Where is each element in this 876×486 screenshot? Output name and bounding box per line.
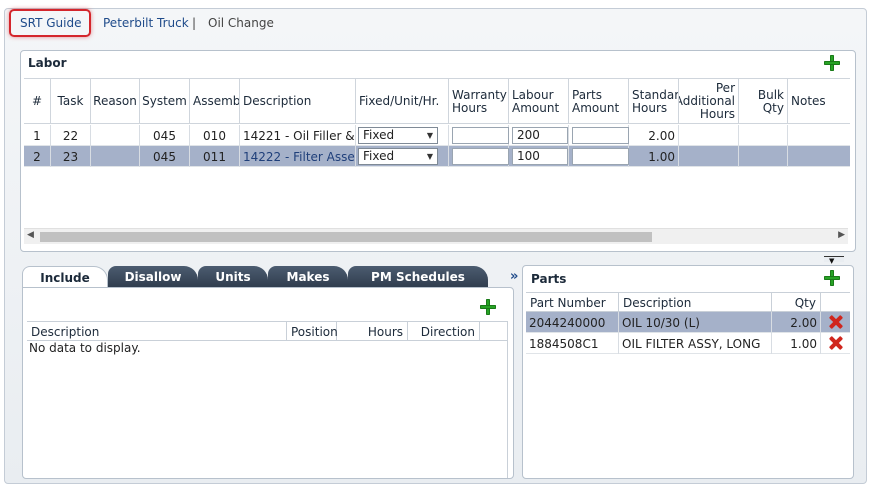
col-reason[interactable]: Reason — [91, 79, 140, 124]
add-labor-icon[interactable] — [824, 55, 840, 71]
warranty-hours-input[interactable] — [452, 127, 509, 144]
col-system[interactable]: System — [140, 79, 190, 124]
warranty-hours-input[interactable] — [452, 148, 509, 165]
labor-horizontal-scrollbar[interactable]: ◀ ▶ — [24, 228, 848, 244]
col-include-hours[interactable]: Hours — [337, 322, 408, 341]
cell-notes — [788, 146, 850, 167]
cell-part-action — [821, 333, 850, 354]
cell-system: 045 — [140, 125, 190, 146]
include-panel — [22, 287, 514, 479]
cell-per-additional — [679, 146, 739, 167]
tab-include[interactable]: Include — [22, 266, 108, 288]
fixed-unit-select[interactable]: Fixed ▼ — [358, 148, 438, 165]
cell-part-number: 1884508C1 — [526, 333, 619, 354]
collapse-arrow-icon[interactable]: ▼ — [829, 257, 834, 265]
col-standard-hours[interactable]: Standard Hours — [629, 79, 679, 124]
col-parts-amount[interactable]: Parts Amount — [569, 79, 629, 124]
cell-part-number: 2044240000 — [526, 312, 619, 333]
col-notes[interactable]: Notes — [788, 79, 850, 124]
tab-pm-schedules[interactable]: PM Schedules — [348, 266, 488, 288]
scroll-left-icon[interactable]: ◀ — [27, 230, 34, 240]
col-task[interactable]: Task — [51, 79, 91, 124]
scrollbar-thumb[interactable] — [40, 232, 652, 242]
dropdown-arrow-icon: ▼ — [426, 152, 433, 161]
cell-reason — [91, 125, 140, 146]
col-part-description[interactable]: Description — [619, 293, 772, 312]
breadcrumb-srt-guide[interactable]: SRT Guide — [20, 16, 81, 30]
breadcrumb-peterbilt-truck[interactable]: Peterbilt Truck — [103, 16, 189, 30]
include-grid-scroll-gutter — [507, 321, 508, 478]
add-part-icon[interactable] — [824, 270, 840, 286]
parts-amount-input[interactable] — [572, 148, 629, 165]
part-row[interactable]: 2044240000 OIL 10/30 (L) 2.00 — [526, 312, 850, 333]
dropdown-arrow-icon: ▼ — [426, 131, 433, 140]
labor-row[interactable]: 1 22 045 010 14221 - Oil Filler &... Fix… — [24, 125, 850, 146]
cell-description: 14221 - Oil Filler &... — [240, 125, 356, 146]
expand-parts-icon[interactable]: » — [510, 269, 518, 284]
part-row[interactable]: 1884508C1 OIL FILTER ASSY, LONG 1.00 — [526, 333, 850, 354]
parts-amount-input[interactable] — [572, 127, 629, 144]
cell-standard-hours: 1.00 — [629, 146, 679, 167]
col-labour-amount[interactable]: Labour Amount — [509, 79, 569, 124]
tab-units[interactable]: Units — [198, 266, 268, 288]
col-description[interactable]: Description — [240, 79, 356, 124]
cell-num: 2 — [24, 146, 51, 167]
labour-amount-input[interactable]: 100 — [512, 148, 568, 165]
cell-num: 1 — [24, 125, 51, 146]
parts-title: Parts — [531, 272, 567, 286]
col-fixed-unit-hr[interactable]: Fixed/Unit/Hr. — [356, 79, 449, 124]
tab-disallow[interactable]: Disallow — [108, 266, 198, 288]
breadcrumb-oil-change: Oil Change — [208, 16, 274, 30]
col-include-direction[interactable]: Direction — [408, 322, 480, 341]
col-assembly[interactable]: Assembly — [190, 79, 240, 124]
tab-makes[interactable]: Makes — [268, 266, 348, 288]
col-part-action — [821, 293, 850, 312]
labour-amount-input[interactable]: 200 — [512, 127, 568, 144]
cell-system: 045 — [140, 146, 190, 167]
cell-part-action — [821, 312, 850, 333]
col-per-additional-hours[interactable]: Per Additional Hours — [679, 79, 739, 124]
labor-row[interactable]: 2 23 045 011 14222 - Filter Asse... Fixe… — [24, 146, 850, 167]
parts-grid-header: Part Number Description Qty — [526, 292, 850, 312]
cell-description: 14222 - Filter Asse... — [240, 146, 356, 167]
fixed-unit-value: Fixed — [363, 149, 395, 163]
include-empty-text: No data to display. — [29, 341, 141, 355]
cell-per-additional — [679, 125, 739, 146]
col-include-description[interactable]: Description — [27, 322, 287, 341]
cell-reason — [91, 146, 140, 167]
scroll-right-icon[interactable]: ▶ — [838, 230, 845, 240]
cell-assembly: 011 — [190, 146, 240, 167]
col-bulk-qty[interactable]: Bulk Qty — [739, 79, 788, 124]
cell-standard-hours: 2.00 — [629, 125, 679, 146]
cell-notes — [788, 125, 850, 146]
cell-part-qty: 2.00 — [772, 312, 821, 333]
cell-bulk-qty — [739, 125, 788, 146]
cell-bulk-qty — [739, 146, 788, 167]
cell-part-qty: 1.00 — [772, 333, 821, 354]
fixed-unit-select[interactable]: Fixed ▼ — [358, 127, 438, 144]
cell-task: 23 — [51, 146, 91, 167]
col-part-number[interactable]: Part Number — [526, 293, 619, 312]
include-grid-header: Description Position Hours Direction — [27, 321, 507, 341]
breadcrumb-separator: | — [192, 16, 197, 30]
col-part-qty[interactable]: Qty — [772, 293, 821, 312]
col-warranty-hours[interactable]: Warranty Hours — [449, 79, 509, 124]
labor-grid-header: # Task Reason System Assembly Descriptio… — [24, 78, 850, 124]
cell-assembly: 010 — [190, 125, 240, 146]
add-include-icon[interactable] — [480, 299, 496, 315]
col-include-position[interactable]: Position — [287, 322, 338, 341]
delete-icon[interactable] — [829, 315, 843, 329]
delete-icon[interactable] — [829, 336, 843, 350]
fixed-unit-value: Fixed — [363, 128, 395, 142]
col-num[interactable]: # — [24, 79, 51, 124]
cell-part-description: OIL 10/30 (L) — [619, 312, 772, 333]
cell-part-description: OIL FILTER ASSY, LONG — [619, 333, 772, 354]
cell-task: 22 — [51, 125, 91, 146]
labor-title: Labor — [28, 56, 67, 70]
